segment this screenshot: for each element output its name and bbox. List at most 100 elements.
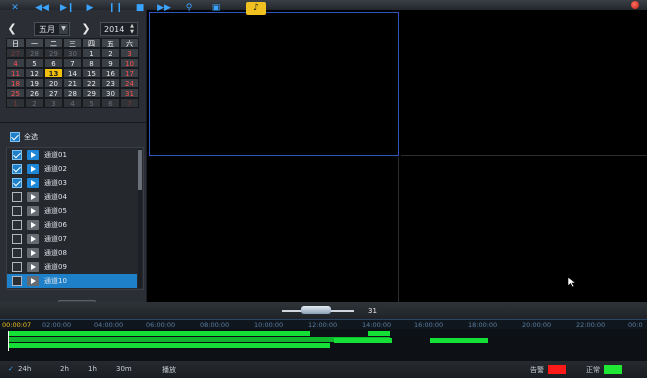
calendar-day[interactable]: 7: [63, 58, 82, 68]
channel-item[interactable]: 通道04: [7, 190, 137, 204]
calendar-day[interactable]: 18: [6, 78, 25, 88]
calendar-day[interactable]: 6: [101, 98, 120, 108]
pause-icon[interactable]: ❙❙: [108, 2, 123, 15]
calendar-day[interactable]: 12: [25, 68, 44, 78]
zoom-icon[interactable]: ⚲: [182, 2, 196, 15]
calendar-day[interactable]: 7: [120, 98, 139, 108]
channel-item[interactable]: 通道08: [7, 246, 137, 260]
channel-checkbox[interactable]: [12, 178, 22, 188]
calendar-day[interactable]: 26: [25, 88, 44, 98]
calendar-day[interactable]: 9: [101, 58, 120, 68]
calendar-day[interactable]: 1: [82, 48, 101, 58]
channel-item[interactable]: 通道03: [7, 176, 137, 190]
volume-slider-handle[interactable]: [301, 306, 331, 314]
calendar-day[interactable]: 28: [63, 88, 82, 98]
calendar-day[interactable]: 2: [101, 48, 120, 58]
play-icon[interactable]: ▶: [84, 2, 96, 15]
calendar-day[interactable]: 10: [120, 58, 139, 68]
calendar-day[interactable]: 17: [120, 68, 139, 78]
timeline-cursor[interactable]: [8, 331, 9, 351]
clip-icon[interactable]: ✕: [8, 2, 22, 15]
month-select[interactable]: 五月 ▼: [34, 22, 70, 36]
time-tick: 12:00:00: [308, 321, 338, 329]
calendar-day[interactable]: 5: [25, 58, 44, 68]
calendar-day[interactable]: 23: [101, 78, 120, 88]
calendar-day[interactable]: 8: [82, 58, 101, 68]
rewind-icon[interactable]: ◀◀: [34, 2, 50, 15]
channel-checkbox[interactable]: [12, 262, 22, 272]
scrollbar-thumb[interactable]: [138, 150, 142, 190]
channel-checkbox[interactable]: [12, 206, 22, 216]
spin-arrows-icon[interactable]: ▲ ▼: [128, 23, 136, 35]
calendar-day[interactable]: 3: [44, 98, 63, 108]
calendar-day[interactable]: 4: [63, 98, 82, 108]
calendar-day[interactable]: 27: [44, 88, 63, 98]
select-all-checkbox[interactable]: [10, 132, 20, 142]
channel-label: 通道05: [44, 207, 67, 215]
calendar-day[interactable]: 6: [44, 58, 63, 68]
calendar-day[interactable]: 16: [101, 68, 120, 78]
next-month-icon[interactable]: ❯: [80, 22, 92, 36]
calendar-day[interactable]: 29: [82, 88, 101, 98]
calendar-day[interactable]: 21: [63, 78, 82, 88]
calendar-day[interactable]: 30: [101, 88, 120, 98]
channel-item[interactable]: 通道06: [7, 218, 137, 232]
calendar-day[interactable]: 4: [6, 58, 25, 68]
zoom-option[interactable]: 30m: [116, 365, 132, 373]
zoom-option[interactable]: 1h: [88, 365, 97, 373]
calendar-day[interactable]: 31: [120, 88, 139, 98]
channel-item-highlighted[interactable]: 通道10: [7, 274, 137, 288]
calendar-day[interactable]: 1: [6, 98, 25, 108]
calendar-day[interactable]: 28: [25, 48, 44, 58]
close-icon[interactable]: [631, 1, 639, 9]
calendar-week: 4 5 6 7 8 9 10: [6, 58, 140, 68]
zoom-option[interactable]: 2h: [60, 365, 69, 373]
calendar-day[interactable]: 2: [25, 98, 44, 108]
chevron-down-icon[interactable]: ▼: [59, 24, 68, 34]
step-back-icon[interactable]: ▶❙: [60, 2, 74, 15]
calendar-day[interactable]: 19: [25, 78, 44, 88]
calendar-day[interactable]: 20: [44, 78, 63, 88]
channel-checkbox[interactable]: [12, 192, 22, 202]
calendar-day[interactable]: 29: [44, 48, 63, 58]
weekday-label: 六: [120, 38, 139, 48]
channel-item[interactable]: 通道05: [7, 204, 137, 218]
calendar-day-selected[interactable]: 13: [44, 68, 63, 78]
calendar-day[interactable]: 15: [82, 68, 101, 78]
calendar-day[interactable]: 22: [82, 78, 101, 88]
channel-checkbox[interactable]: [12, 150, 22, 160]
channel-item[interactable]: 通道01: [7, 148, 137, 162]
channel-checkbox[interactable]: [12, 220, 22, 230]
video-pane-1[interactable]: [149, 12, 399, 156]
calendar-day[interactable]: 3: [120, 48, 139, 58]
video-pane-4[interactable]: [401, 157, 647, 302]
channel-item[interactable]: 通道02: [7, 162, 137, 176]
channel-list[interactable]: 通道01 通道02 通道03 通道04 通道05 通道06 通道07 通道08 …: [6, 147, 144, 290]
channel-item[interactable]: 通道07: [7, 232, 137, 246]
current-time-label: 00:00:07: [2, 321, 32, 329]
video-pane-3[interactable]: [149, 157, 399, 302]
channel-checkbox[interactable]: [12, 248, 22, 258]
channel-checkbox[interactable]: [12, 164, 22, 174]
year-spinner[interactable]: 2014 ▲ ▼: [100, 22, 138, 36]
channel-checkbox[interactable]: [12, 276, 22, 286]
channel-checkbox[interactable]: [12, 234, 22, 244]
video-pane-2[interactable]: [401, 12, 647, 156]
timeline-ruler: 00:00:07 02:00:00 04:00:00 06:00:00 08:0…: [0, 319, 647, 329]
channel-item[interactable]: 通道09: [7, 260, 137, 274]
select-all-row[interactable]: 全选: [10, 130, 38, 144]
calendar-day[interactable]: 14: [63, 68, 82, 78]
calendar-day[interactable]: 30: [63, 48, 82, 58]
fast-forward-icon[interactable]: ▶▶: [156, 2, 172, 15]
calendar-day[interactable]: 5: [82, 98, 101, 108]
prev-month-icon[interactable]: ❮: [6, 22, 18, 36]
calendar-day[interactable]: 27: [6, 48, 25, 58]
calendar-day[interactable]: 24: [120, 78, 139, 88]
stop-icon[interactable]: ■: [134, 2, 146, 15]
zoom-option[interactable]: 24h: [18, 365, 31, 373]
calendar-day[interactable]: 25: [6, 88, 25, 98]
title-bar: [0, 0, 647, 10]
snapshot-icon[interactable]: ▣: [208, 2, 224, 15]
calendar-day[interactable]: 11: [6, 68, 25, 78]
volume-icon[interactable]: ♪: [246, 2, 266, 15]
